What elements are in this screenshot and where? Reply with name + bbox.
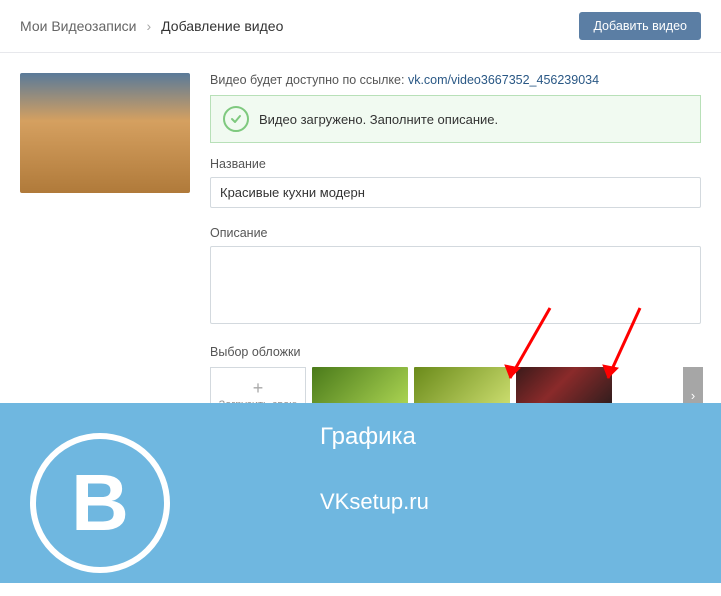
chevron-right-icon: ›: [691, 388, 695, 403]
video-link-line: Видео будет доступно по ссылке: vk.com/v…: [210, 73, 701, 87]
description-textarea[interactable]: [210, 246, 701, 324]
cover-label: Выбор обложки: [210, 345, 701, 359]
upload-own-cover[interactable]: + Загрузить свою: [210, 367, 306, 423]
video-thumbnail: [20, 73, 190, 193]
breadcrumb-root[interactable]: Мои Видеозаписи: [20, 18, 136, 34]
cover-row: + Загрузить свою ›: [210, 367, 701, 423]
plus-icon: +: [253, 379, 264, 397]
loop-row: Зацикливать воспроизведение видеозаписи: [210, 483, 701, 498]
privacy-comment-link[interactable]: Все пользователи: [439, 461, 543, 475]
add-video-button[interactable]: Добавить видео: [579, 12, 701, 40]
check-icon: [223, 106, 249, 132]
privacy-view-link[interactable]: Все пользователи: [397, 439, 501, 453]
privacy-view-row: Кто может смотреть это видео? Все пользо…: [210, 439, 701, 453]
privacy-comment-row: Кто может комментировать это видео? Все …: [210, 461, 701, 475]
cover-thumb-2[interactable]: [414, 367, 510, 423]
cover-thumb-3[interactable]: [516, 367, 612, 423]
publish-label: Опубликовать на моей странице: [233, 507, 422, 521]
upload-success-banner: Видео загружено. Заполните описание.: [210, 95, 701, 143]
upload-own-label: Загрузить свою: [219, 399, 298, 411]
done-button[interactable]: Готово: [210, 535, 285, 563]
video-url-link[interactable]: vk.com/video3667352_456239034: [408, 73, 599, 87]
breadcrumb-current: Добавление видео: [161, 18, 283, 34]
chevron-right-icon: ›: [146, 18, 151, 34]
description-label: Описание: [210, 226, 701, 240]
publish-row: Опубликовать на моей странице: [210, 506, 701, 521]
video-link-prefix: Видео будет доступно по ссылке:: [210, 73, 408, 87]
title-label: Название: [210, 157, 701, 171]
privacy-view-question: Кто может смотреть это видео?: [210, 439, 397, 453]
cover-next-button[interactable]: ›: [683, 367, 703, 423]
cover-thumb-1[interactable]: [312, 367, 408, 423]
breadcrumb: Мои Видеозаписи › Добавление видео: [20, 18, 283, 34]
loop-label: Зацикливать воспроизведение видеозаписи: [233, 484, 490, 498]
publish-checkbox[interactable]: [210, 506, 225, 521]
title-input[interactable]: [210, 177, 701, 208]
page-header: Мои Видеозаписи › Добавление видео Добав…: [0, 0, 721, 53]
success-text: Видео загружено. Заполните описание.: [259, 112, 498, 127]
privacy-comment-question: Кто может комментировать это видео?: [210, 461, 439, 475]
loop-checkbox[interactable]: [210, 483, 225, 498]
